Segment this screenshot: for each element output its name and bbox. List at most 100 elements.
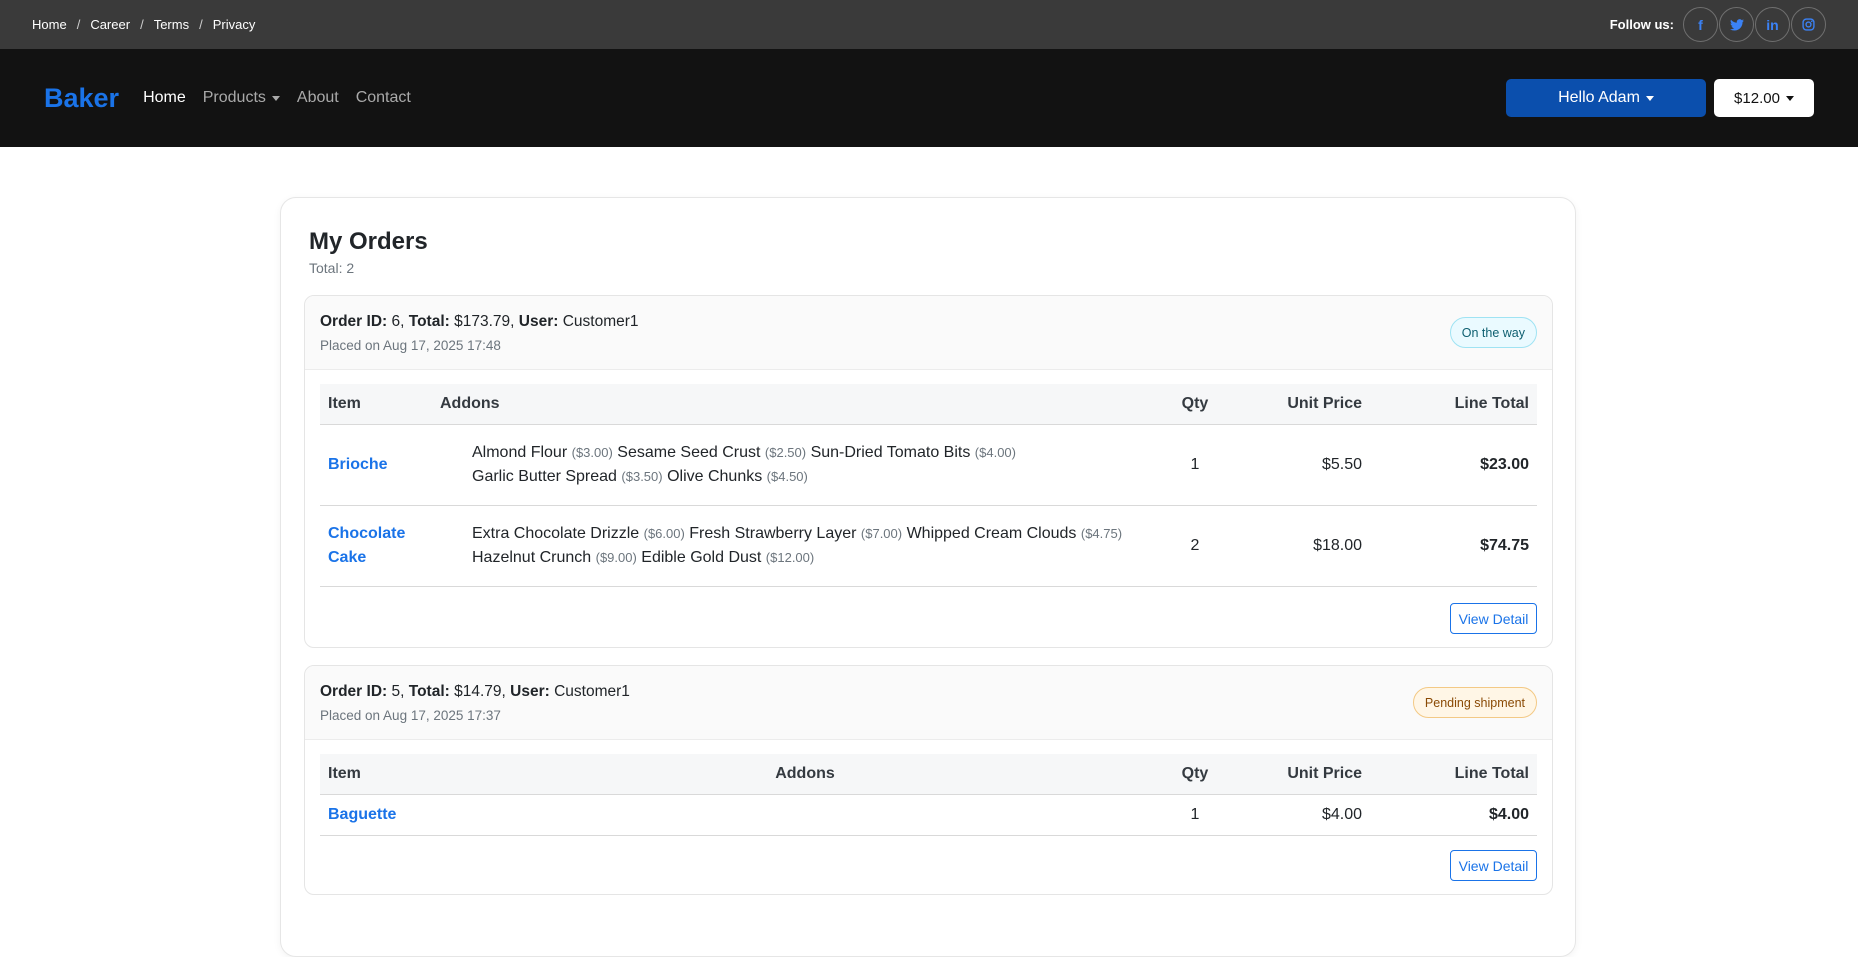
column-header-line-total: Line Total <box>1370 754 1537 795</box>
view-detail-button[interactable]: View Detail <box>1450 850 1537 881</box>
column-header-item: Item <box>320 754 440 795</box>
column-header-unit-price: Unit Price <box>1220 754 1370 795</box>
addon-price: ($9.00) <box>595 549 637 565</box>
addon-price: ($2.50) <box>764 444 807 460</box>
order-user-label: User: <box>510 683 550 700</box>
twitter-icon[interactable] <box>1719 7 1754 42</box>
nav-about[interactable]: About <box>297 89 339 107</box>
item-link-brioche[interactable]: Brioche <box>320 424 440 506</box>
nav-home[interactable]: Home <box>143 89 186 107</box>
order-total: $173.79 <box>454 313 511 330</box>
order-total-label: Total: <box>408 313 450 330</box>
order-card: Order ID: 6, Total: $173.79, User: Custo… <box>304 295 1553 648</box>
addon-name: Edible Gold Dust <box>641 548 762 566</box>
order-items-table: Item Addons Qty Unit Price Line Total Br… <box>320 384 1537 587</box>
table-header-row: Item Addons Qty Unit Price Line Total <box>320 754 1537 795</box>
order-user-label: User: <box>518 313 559 330</box>
addon-price: ($4.75) <box>1080 525 1123 541</box>
addons-line: Almond Flour ($3.00) Sesame Seed Crust (… <box>472 441 1170 465</box>
cart-button[interactable]: $12.00 <box>1714 79 1814 117</box>
addons-line: Hazelnut Crunch ($9.00) Edible Gold Dust… <box>472 546 1170 570</box>
nav-contact[interactable]: Contact <box>356 89 411 107</box>
item-qty: 2 <box>1170 505 1220 587</box>
item-line-total: $23.00 <box>1370 424 1537 506</box>
table-row: Chocolate Cake Extra Chocolate Drizzle (… <box>320 505 1537 587</box>
addons-list: Extra Chocolate Drizzle ($6.00) Fresh St… <box>440 505 1170 587</box>
social-links: Follow us: f in <box>1610 7 1826 42</box>
addons-line: Extra Chocolate Drizzle ($6.00) Fresh St… <box>472 522 1170 546</box>
addon-name: Olive Chunks <box>667 467 763 485</box>
item-unit-price: $4.00 <box>1220 794 1370 836</box>
orders-total-count: Total: 2 <box>309 260 355 276</box>
top-link-privacy[interactable]: Privacy <box>213 17 256 32</box>
addon-price: ($3.50) <box>621 468 663 484</box>
order-header: Order ID: 5, Total: $14.79, User: Custom… <box>305 666 1552 740</box>
item-link-chocolate-cake[interactable]: Chocolate Cake <box>320 505 440 587</box>
chevron-down-icon <box>1645 95 1654 101</box>
separator: / <box>199 17 203 32</box>
order-id-label: Order ID: <box>320 683 388 700</box>
item-line-total: $74.75 <box>1370 505 1537 587</box>
top-link-home[interactable]: Home <box>32 17 67 32</box>
order-placed-date: Placed on Aug 17, 2025 17:37 <box>320 708 501 723</box>
order-summary: Order ID: 5, Total: $14.79, User: Custom… <box>320 683 630 700</box>
page-title: My Orders <box>309 228 428 255</box>
top-link-terms[interactable]: Terms <box>154 17 189 32</box>
table-row: Baguette 1 $4.00 $4.00 <box>320 794 1537 836</box>
order-id: 6 <box>391 313 401 330</box>
user-menu-button[interactable]: Hello Adam <box>1506 79 1706 117</box>
nav-products[interactable]: Products <box>203 89 280 107</box>
chevron-down-icon <box>1785 95 1794 101</box>
addon-name: Sesame Seed Crust <box>617 443 761 461</box>
addon-name: Extra Chocolate Drizzle <box>472 524 640 542</box>
column-header-unit-price: Unit Price <box>1220 384 1370 425</box>
chevron-down-icon <box>271 95 280 101</box>
addon-name: Sun-Dried Tomato Bits <box>810 443 971 461</box>
status-badge: Pending shipment <box>1412 687 1537 718</box>
column-header-qty: Qty <box>1170 754 1220 795</box>
item-unit-price: $18.00 <box>1220 505 1370 587</box>
addons-line: Garlic Butter Spread ($3.50) Olive Chunk… <box>472 465 1170 489</box>
order-summary: Order ID: 6, Total: $173.79, User: Custo… <box>320 313 639 330</box>
user-menu-label: Hello Adam <box>1558 89 1640 106</box>
brand-logo[interactable]: Baker <box>44 83 119 114</box>
table-row: Brioche Almond Flour ($3.00) Sesame Seed… <box>320 424 1537 506</box>
addons-list: Almond Flour ($3.00) Sesame Seed Crust (… <box>440 424 1170 506</box>
nav-products-label: Products <box>202 89 266 106</box>
nav-right: Hello Adam $12.00 <box>1506 79 1814 117</box>
separator: / <box>140 17 144 32</box>
main-navbar: Baker Home Products About Contact Hello … <box>0 49 1858 147</box>
order-placed-date: Placed on Aug 17, 2025 17:48 <box>320 338 501 353</box>
top-link-career[interactable]: Career <box>90 17 130 32</box>
orders-card: My Orders Total: 2 Order ID: 6, Total: $… <box>280 197 1576 957</box>
addon-name: Whipped Cream Clouds <box>906 524 1077 542</box>
addon-name: Fresh Strawberry Layer <box>689 524 857 542</box>
addon-name: Hazelnut Crunch <box>472 548 592 566</box>
column-header-line-total: Line Total <box>1370 384 1537 425</box>
order-id-label: Order ID: <box>320 313 388 330</box>
status-badge: On the way <box>1449 317 1537 348</box>
order-user: Customer1 <box>562 313 639 330</box>
addons-list <box>440 794 1170 836</box>
item-qty: 1 <box>1170 424 1220 506</box>
column-header-addons: Addons <box>440 754 1170 795</box>
view-detail-button[interactable]: View Detail <box>1450 603 1537 634</box>
follow-label: Follow us: <box>1609 17 1674 32</box>
order-total: $14.79 <box>454 683 502 700</box>
table-header-row: Item Addons Qty Unit Price Line Total <box>320 384 1537 425</box>
item-line-total: $4.00 <box>1370 794 1537 836</box>
addon-price: ($3.00) <box>571 444 613 460</box>
item-link-baguette[interactable]: Baguette <box>320 794 440 836</box>
addon-price: ($4.50) <box>766 468 808 484</box>
separator: / <box>76 17 81 32</box>
facebook-icon[interactable]: f <box>1683 7 1718 42</box>
top-links: Home / Career / Terms / Privacy <box>32 17 255 32</box>
linkedin-icon[interactable]: in <box>1755 7 1790 42</box>
top-bar: Home / Career / Terms / Privacy Follow u… <box>0 0 1858 49</box>
addon-price: ($7.00) <box>860 525 903 541</box>
order-items-table: Item Addons Qty Unit Price Line Total Ba… <box>320 754 1537 836</box>
item-unit-price: $5.50 <box>1220 424 1370 506</box>
addon-price: ($6.00) <box>643 525 685 541</box>
instagram-icon[interactable] <box>1791 7 1826 42</box>
addon-name: Garlic Butter Spread <box>472 467 617 485</box>
